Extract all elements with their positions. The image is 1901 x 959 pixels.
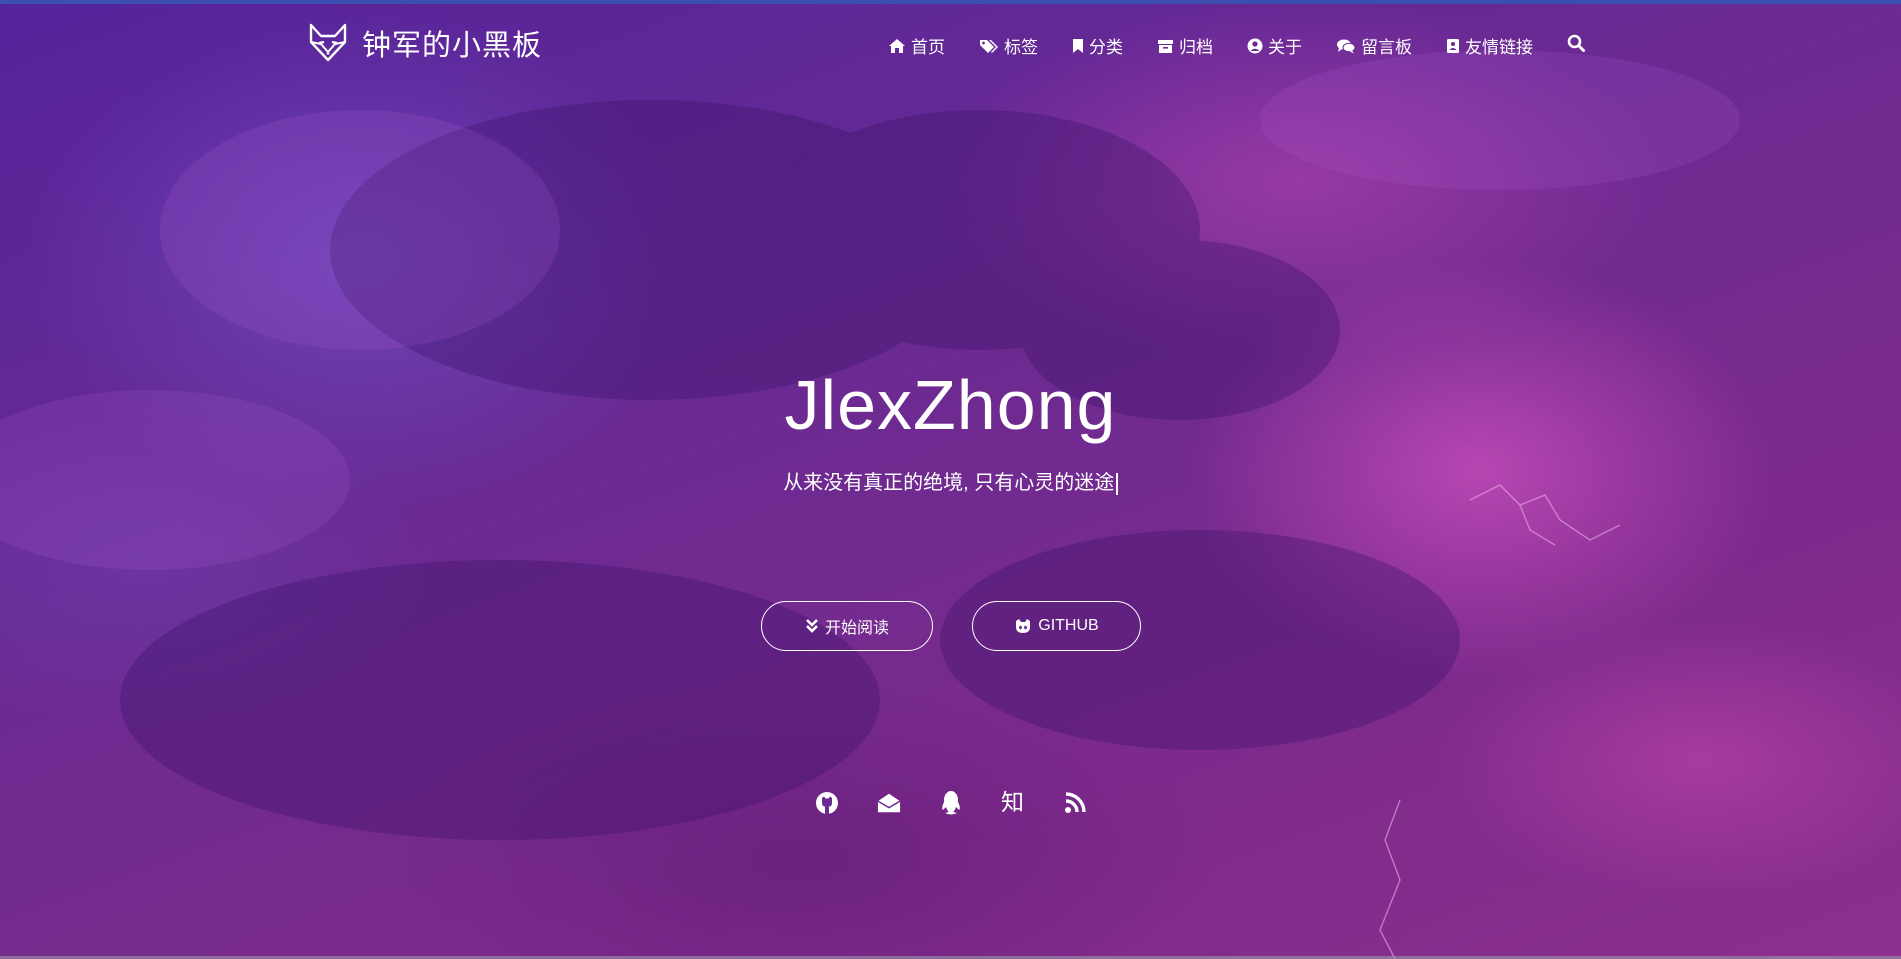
social-zhihu[interactable]: 知 — [1001, 788, 1025, 818]
qq-icon — [941, 791, 960, 815]
hero-subtitle: 从来没有真正的绝境, 只有心灵的迷途 — [0, 468, 1901, 498]
nav-item-about[interactable]: 关于 — [1247, 33, 1302, 58]
nav-item-label: 留言板 — [1361, 38, 1412, 57]
zhihu-icon: 知 — [1001, 790, 1024, 816]
github-button[interactable]: GITHUB — [972, 601, 1141, 651]
user-circle-icon — [1247, 38, 1263, 53]
top-accent-bar — [0, 0, 1901, 4]
start-reading-label: 开始阅读 — [824, 620, 889, 637]
social-rss[interactable] — [1063, 788, 1087, 818]
nav-item-guestbook[interactable]: 留言板 — [1336, 33, 1412, 58]
social-qq[interactable] — [939, 788, 963, 818]
social-github[interactable] — [815, 788, 839, 818]
nav-item-home[interactable]: 首页 — [888, 33, 945, 58]
typing-cursor — [1116, 472, 1118, 495]
comments-icon — [1337, 39, 1356, 53]
tags-icon — [980, 39, 998, 53]
mail-icon — [877, 793, 900, 813]
archive-icon — [1158, 39, 1173, 53]
nav-item-archive[interactable]: 归档 — [1157, 33, 1213, 58]
nav-item-label: 友情链接 — [1465, 38, 1533, 57]
hero-subtitle-text: 从来没有真正的绝境, 只有心灵的迷途 — [783, 472, 1115, 494]
start-reading-button[interactable]: 开始阅读 — [761, 601, 933, 651]
nav-item-label: 标签 — [1004, 38, 1038, 57]
search-button[interactable] — [1567, 34, 1585, 57]
nav-item-label: 归档 — [1179, 38, 1213, 57]
github-icon — [815, 792, 838, 814]
bookmark-icon — [1073, 38, 1083, 53]
rss-icon — [1064, 792, 1086, 813]
nav-item-label: 首页 — [911, 38, 945, 57]
fox-icon — [309, 23, 347, 62]
nav-item-links[interactable]: 友情链接 — [1446, 33, 1533, 58]
address-book-icon — [1447, 38, 1459, 53]
hero-title: JlexZhong — [784, 366, 1117, 444]
github-alt-icon — [1016, 619, 1031, 633]
nav-menu: 首页 标签 分类 归档 关于 留言板 友情链接 — [854, 33, 1585, 58]
nav-item-tags[interactable]: 标签 — [979, 33, 1038, 58]
brand[interactable]: 钟军的小黑板 — [308, 22, 542, 64]
nav-item-label: 关于 — [1268, 38, 1302, 57]
top-navbar: 钟军的小黑板 首页 标签 分类 归档 关于 留言板 友情链接 — [0, 0, 1901, 90]
site-title: 钟军的小黑板 — [362, 30, 543, 62]
social-links: 知 — [0, 788, 1901, 818]
nav-item-categories[interactable]: 分类 — [1072, 33, 1123, 58]
double-chevron-down-icon — [806, 619, 818, 633]
github-label: GITHUB — [1038, 617, 1099, 634]
search-icon — [1567, 34, 1585, 52]
home-icon — [889, 38, 905, 53]
nav-item-label: 分类 — [1089, 38, 1123, 57]
social-email[interactable] — [877, 788, 901, 818]
